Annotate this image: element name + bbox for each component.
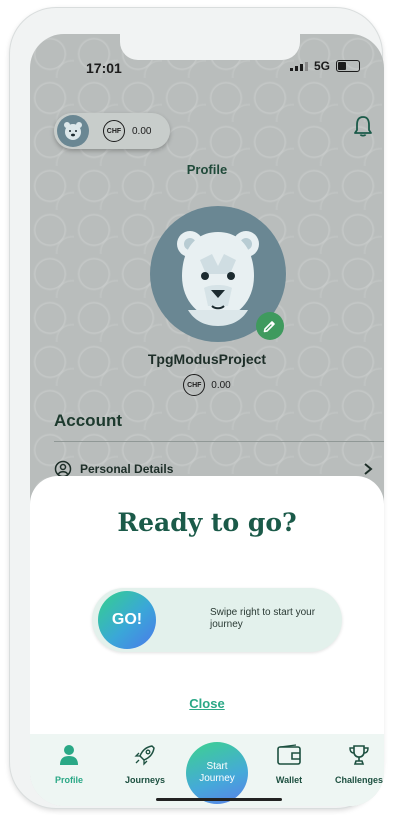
swipe-hint: Swipe right to start your journey <box>210 607 316 630</box>
network-type: 5G <box>313 59 330 73</box>
chf-currency-icon: CHF <box>103 120 125 142</box>
device-notch <box>120 34 300 60</box>
start-journey-button[interactable]: Start Journey <box>186 742 248 804</box>
chf-currency-icon: CHF <box>183 374 206 396</box>
profile-username: TpgModusProject <box>147 351 267 367</box>
account-heading: Account <box>54 411 122 430</box>
trophy-icon <box>349 745 369 765</box>
nav-challenges[interactable]: Challenges <box>324 744 384 785</box>
nav-challenges-label: Challenges <box>334 775 383 785</box>
bell-icon[interactable] <box>352 114 374 143</box>
rocket-icon <box>134 745 155 766</box>
home-indicator <box>156 798 282 801</box>
profile-balance-amount: 0.00 <box>211 379 231 391</box>
sheet-title: Ready to go? <box>117 508 297 537</box>
app-screen: 17:01 5G CHF 0.00 Profile TpgModusProjec… <box>30 34 384 806</box>
page-title: Profile <box>186 162 228 177</box>
nav-journeys[interactable]: Journeys <box>110 744 180 785</box>
user-balance-pill[interactable]: CHF 0.00 <box>54 113 170 149</box>
bear-avatar-icon <box>57 115 89 147</box>
signal-icon <box>289 61 308 71</box>
nav-wallet-label: Wallet <box>275 775 303 785</box>
nav-wallet[interactable]: Wallet <box>254 744 324 785</box>
phone-frame: 17:01 5G CHF 0.00 Profile TpgModusProjec… <box>10 8 384 808</box>
personal-details-label: Personal Details <box>80 462 174 476</box>
pencil-icon <box>263 321 275 333</box>
edit-profile-button[interactable] <box>256 312 284 340</box>
header-balance: 0.00 <box>132 125 152 137</box>
status-bar-right: 5G <box>289 59 360 73</box>
wallet-icon <box>277 744 301 765</box>
status-time: 17:01 <box>86 60 122 76</box>
nav-profile[interactable]: Profile <box>34 744 104 785</box>
nav-journeys-label: Journeys <box>124 775 166 785</box>
go-slider-handle[interactable]: GO! <box>98 591 156 649</box>
close-link[interactable]: Close <box>30 696 384 711</box>
start-journey-label: Start Journey <box>199 761 235 784</box>
profile-balance: CHF 0.00 <box>30 374 384 396</box>
swipe-to-start-slider[interactable]: GO! Swipe right to start your journey <box>92 588 342 652</box>
nav-profile-label: Profile <box>54 775 83 785</box>
chevron-right-icon <box>364 463 373 475</box>
account-divider <box>54 441 384 442</box>
battery-icon <box>336 60 360 72</box>
person-icon <box>60 745 78 765</box>
